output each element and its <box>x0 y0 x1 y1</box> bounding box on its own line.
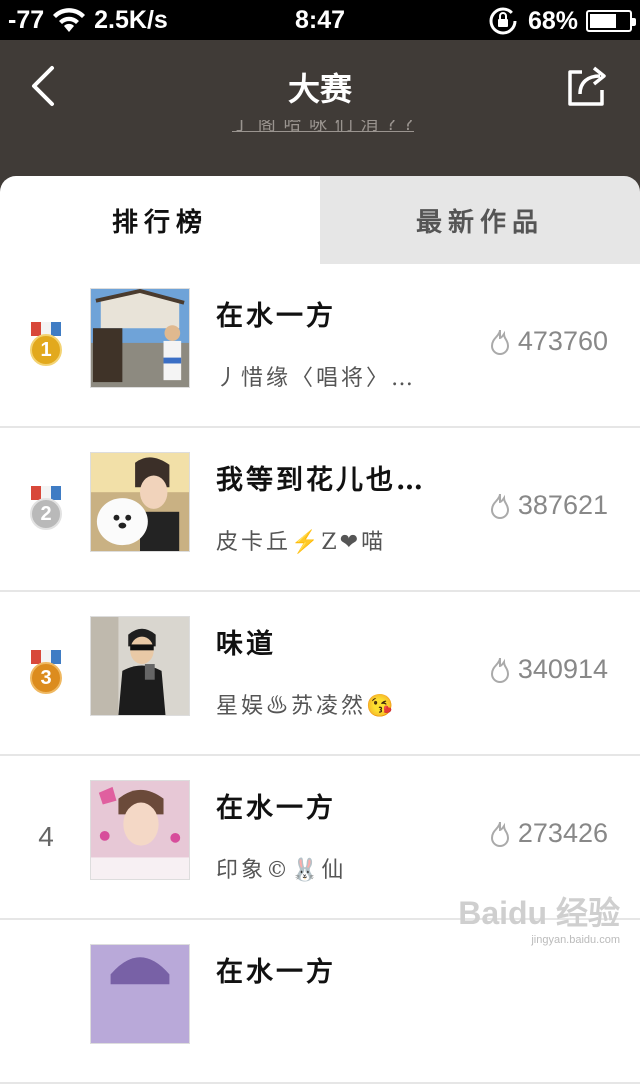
entry-name: 味道 <box>216 629 276 660</box>
entry-subtitle: 丿惜缘〈唱将〉… <box>216 366 417 391</box>
rank-indicator: 1 <box>24 264 68 426</box>
share-icon[interactable] <box>562 62 610 110</box>
silver-medal-icon: 2 <box>29 486 63 532</box>
leaderboard-list: 1 在水一方 丿惜缘〈唱将〉… 473760 2 我等到花儿也… 皮卡丘⚡Z❤喵… <box>0 264 640 1084</box>
entry-score: 387621 <box>488 490 608 521</box>
rank-indicator: 3 <box>24 592 68 754</box>
tab-latest-works[interactable]: 最新作品 <box>320 176 640 264</box>
entry-subtitle: 星娱♨苏凌然😘 <box>216 694 397 719</box>
entry-score: 340914 <box>488 654 608 685</box>
marquee-text[interactable]: 丁 阁 哈 咏 们 消 ? ? <box>232 120 414 140</box>
flame-icon <box>490 657 509 683</box>
score-value: 273426 <box>517 818 608 848</box>
page-title: 大赛 <box>287 70 352 108</box>
entry-subtitle: 印象©🐰仙 <box>216 858 347 883</box>
avatar <box>90 780 190 880</box>
flame-icon <box>490 493 509 519</box>
list-item[interactable]: 2 我等到花儿也… 皮卡丘⚡Z❤喵 387621 <box>0 428 640 592</box>
entry-subtitle: 皮卡丘⚡Z❤喵 <box>216 530 387 555</box>
rank-indicator: 4 <box>24 756 68 918</box>
rotation-lock-icon <box>489 7 517 35</box>
status-right: 68% <box>486 6 636 36</box>
entry-name: 在水一方 <box>216 793 336 824</box>
avatar <box>90 616 190 716</box>
avatar <box>90 288 190 388</box>
entry-name: 我等到花儿也… <box>216 465 426 496</box>
battery-icon <box>586 10 636 32</box>
entry-name: 在水一方 <box>216 957 336 988</box>
tab-leaderboard[interactable]: 排行榜 <box>0 176 320 264</box>
baidu-watermark: Baidu 经验 jingyan.baidu.com <box>458 895 620 946</box>
score-value: 340914 <box>517 654 608 684</box>
avatar <box>90 452 190 552</box>
list-item[interactable]: 1 在水一方 丿惜缘〈唱将〉… 473760 <box>0 264 640 428</box>
bronze-medal-icon: 3 <box>29 650 63 696</box>
tab-bar: 排行榜 最新作品 <box>0 176 640 264</box>
avatar <box>90 944 190 1044</box>
rank-number: 4 <box>38 821 54 852</box>
score-value: 473760 <box>517 326 608 356</box>
battery-percent: 68% <box>527 6 578 35</box>
entry-score: 473760 <box>488 326 608 357</box>
status-bar: -77 2.5K/s 8:47 68% <box>0 0 640 40</box>
rank-indicator: 2 <box>24 428 68 590</box>
entry-name: 在水一方 <box>216 301 336 332</box>
gold-medal-icon: 1 <box>29 322 63 368</box>
entry-score: 273426 <box>488 818 608 849</box>
battery-fill <box>590 14 616 28</box>
flame-icon <box>490 821 509 847</box>
flame-icon <box>490 329 509 355</box>
score-value: 387621 <box>517 490 608 520</box>
list-item[interactable]: 3 味道 星娱♨苏凌然😘 340914 <box>0 592 640 756</box>
